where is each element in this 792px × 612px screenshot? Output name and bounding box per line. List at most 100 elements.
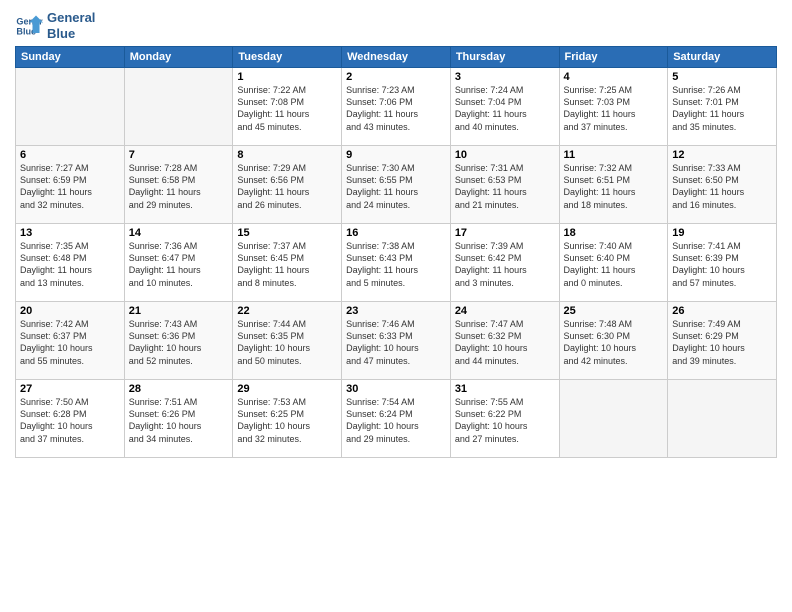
- day-number: 4: [564, 71, 664, 83]
- day-info: Sunrise: 7:28 AM Sunset: 6:58 PM Dayligh…: [129, 162, 229, 211]
- day-info: Sunrise: 7:37 AM Sunset: 6:45 PM Dayligh…: [237, 240, 337, 289]
- day-info: Sunrise: 7:49 AM Sunset: 6:29 PM Dayligh…: [672, 318, 772, 367]
- day-info: Sunrise: 7:27 AM Sunset: 6:59 PM Dayligh…: [20, 162, 120, 211]
- day-info: Sunrise: 7:48 AM Sunset: 6:30 PM Dayligh…: [564, 318, 664, 367]
- day-number: 5: [672, 71, 772, 83]
- calendar-week-row-2: 13Sunrise: 7:35 AM Sunset: 6:48 PM Dayli…: [16, 224, 777, 302]
- calendar-cell: 12Sunrise: 7:33 AM Sunset: 6:50 PM Dayli…: [668, 146, 777, 224]
- day-number: 11: [564, 149, 664, 161]
- calendar-cell: 11Sunrise: 7:32 AM Sunset: 6:51 PM Dayli…: [559, 146, 668, 224]
- day-number: 8: [237, 149, 337, 161]
- day-number: 21: [129, 305, 229, 317]
- calendar-day-header-wednesday: Wednesday: [342, 47, 451, 68]
- calendar-cell: 31Sunrise: 7:55 AM Sunset: 6:22 PM Dayli…: [450, 380, 559, 458]
- day-info: Sunrise: 7:55 AM Sunset: 6:22 PM Dayligh…: [455, 396, 555, 445]
- calendar-cell: 15Sunrise: 7:37 AM Sunset: 6:45 PM Dayli…: [233, 224, 342, 302]
- day-number: 29: [237, 383, 337, 395]
- day-info: Sunrise: 7:41 AM Sunset: 6:39 PM Dayligh…: [672, 240, 772, 289]
- day-number: 10: [455, 149, 555, 161]
- calendar-cell: 24Sunrise: 7:47 AM Sunset: 6:32 PM Dayli…: [450, 302, 559, 380]
- calendar-cell: 3Sunrise: 7:24 AM Sunset: 7:04 PM Daylig…: [450, 68, 559, 146]
- calendar-header-row: SundayMondayTuesdayWednesdayThursdayFrid…: [16, 47, 777, 68]
- day-info: Sunrise: 7:38 AM Sunset: 6:43 PM Dayligh…: [346, 240, 446, 289]
- calendar-cell: 22Sunrise: 7:44 AM Sunset: 6:35 PM Dayli…: [233, 302, 342, 380]
- day-info: Sunrise: 7:22 AM Sunset: 7:08 PM Dayligh…: [237, 84, 337, 133]
- day-info: Sunrise: 7:51 AM Sunset: 6:26 PM Dayligh…: [129, 396, 229, 445]
- day-info: Sunrise: 7:36 AM Sunset: 6:47 PM Dayligh…: [129, 240, 229, 289]
- calendar-cell: [16, 68, 125, 146]
- calendar-cell: 16Sunrise: 7:38 AM Sunset: 6:43 PM Dayli…: [342, 224, 451, 302]
- calendar-day-header-thursday: Thursday: [450, 47, 559, 68]
- calendar-cell: 28Sunrise: 7:51 AM Sunset: 6:26 PM Dayli…: [124, 380, 233, 458]
- calendar-cell: 17Sunrise: 7:39 AM Sunset: 6:42 PM Dayli…: [450, 224, 559, 302]
- day-number: 9: [346, 149, 446, 161]
- day-info: Sunrise: 7:46 AM Sunset: 6:33 PM Dayligh…: [346, 318, 446, 367]
- calendar-day-header-sunday: Sunday: [16, 47, 125, 68]
- calendar-day-header-saturday: Saturday: [668, 47, 777, 68]
- calendar-cell: 10Sunrise: 7:31 AM Sunset: 6:53 PM Dayli…: [450, 146, 559, 224]
- day-number: 17: [455, 227, 555, 239]
- day-number: 3: [455, 71, 555, 83]
- calendar-cell: 27Sunrise: 7:50 AM Sunset: 6:28 PM Dayli…: [16, 380, 125, 458]
- logo-text: General Blue: [47, 10, 95, 41]
- day-info: Sunrise: 7:23 AM Sunset: 7:06 PM Dayligh…: [346, 84, 446, 133]
- calendar-cell: 18Sunrise: 7:40 AM Sunset: 6:40 PM Dayli…: [559, 224, 668, 302]
- calendar-cell: 19Sunrise: 7:41 AM Sunset: 6:39 PM Dayli…: [668, 224, 777, 302]
- calendar-cell: [559, 380, 668, 458]
- day-info: Sunrise: 7:54 AM Sunset: 6:24 PM Dayligh…: [346, 396, 446, 445]
- day-number: 13: [20, 227, 120, 239]
- day-info: Sunrise: 7:42 AM Sunset: 6:37 PM Dayligh…: [20, 318, 120, 367]
- calendar-cell: 6Sunrise: 7:27 AM Sunset: 6:59 PM Daylig…: [16, 146, 125, 224]
- day-number: 30: [346, 383, 446, 395]
- calendar-cell: 4Sunrise: 7:25 AM Sunset: 7:03 PM Daylig…: [559, 68, 668, 146]
- calendar-cell: 2Sunrise: 7:23 AM Sunset: 7:06 PM Daylig…: [342, 68, 451, 146]
- calendar-week-row-4: 27Sunrise: 7:50 AM Sunset: 6:28 PM Dayli…: [16, 380, 777, 458]
- calendar-cell: 26Sunrise: 7:49 AM Sunset: 6:29 PM Dayli…: [668, 302, 777, 380]
- day-number: 7: [129, 149, 229, 161]
- day-info: Sunrise: 7:24 AM Sunset: 7:04 PM Dayligh…: [455, 84, 555, 133]
- calendar-week-row-0: 1Sunrise: 7:22 AM Sunset: 7:08 PM Daylig…: [16, 68, 777, 146]
- calendar-cell: [668, 380, 777, 458]
- day-number: 6: [20, 149, 120, 161]
- day-info: Sunrise: 7:50 AM Sunset: 6:28 PM Dayligh…: [20, 396, 120, 445]
- day-number: 26: [672, 305, 772, 317]
- calendar-week-row-3: 20Sunrise: 7:42 AM Sunset: 6:37 PM Dayli…: [16, 302, 777, 380]
- day-info: Sunrise: 7:32 AM Sunset: 6:51 PM Dayligh…: [564, 162, 664, 211]
- day-number: 12: [672, 149, 772, 161]
- day-info: Sunrise: 7:44 AM Sunset: 6:35 PM Dayligh…: [237, 318, 337, 367]
- day-info: Sunrise: 7:25 AM Sunset: 7:03 PM Dayligh…: [564, 84, 664, 133]
- calendar-cell: 23Sunrise: 7:46 AM Sunset: 6:33 PM Dayli…: [342, 302, 451, 380]
- calendar-cell: 7Sunrise: 7:28 AM Sunset: 6:58 PM Daylig…: [124, 146, 233, 224]
- calendar-day-header-monday: Monday: [124, 47, 233, 68]
- calendar-cell: 30Sunrise: 7:54 AM Sunset: 6:24 PM Dayli…: [342, 380, 451, 458]
- day-info: Sunrise: 7:31 AM Sunset: 6:53 PM Dayligh…: [455, 162, 555, 211]
- day-info: Sunrise: 7:43 AM Sunset: 6:36 PM Dayligh…: [129, 318, 229, 367]
- calendar-cell: 13Sunrise: 7:35 AM Sunset: 6:48 PM Dayli…: [16, 224, 125, 302]
- day-number: 15: [237, 227, 337, 239]
- day-number: 22: [237, 305, 337, 317]
- day-number: 25: [564, 305, 664, 317]
- day-info: Sunrise: 7:39 AM Sunset: 6:42 PM Dayligh…: [455, 240, 555, 289]
- calendar-cell: 29Sunrise: 7:53 AM Sunset: 6:25 PM Dayli…: [233, 380, 342, 458]
- calendar-cell: 8Sunrise: 7:29 AM Sunset: 6:56 PM Daylig…: [233, 146, 342, 224]
- logo: General Blue General Blue: [15, 10, 95, 41]
- day-number: 16: [346, 227, 446, 239]
- day-number: 28: [129, 383, 229, 395]
- day-info: Sunrise: 7:29 AM Sunset: 6:56 PM Dayligh…: [237, 162, 337, 211]
- day-info: Sunrise: 7:30 AM Sunset: 6:55 PM Dayligh…: [346, 162, 446, 211]
- calendar-cell: 25Sunrise: 7:48 AM Sunset: 6:30 PM Dayli…: [559, 302, 668, 380]
- general-blue-logo-icon: General Blue: [15, 12, 43, 40]
- header: General Blue General Blue: [15, 10, 777, 41]
- calendar-day-header-friday: Friday: [559, 47, 668, 68]
- day-number: 1: [237, 71, 337, 83]
- day-number: 27: [20, 383, 120, 395]
- day-info: Sunrise: 7:26 AM Sunset: 7:01 PM Dayligh…: [672, 84, 772, 133]
- calendar-container: General Blue General Blue SundayMondayTu…: [0, 0, 792, 463]
- day-number: 19: [672, 227, 772, 239]
- day-number: 24: [455, 305, 555, 317]
- day-number: 14: [129, 227, 229, 239]
- day-number: 23: [346, 305, 446, 317]
- calendar-cell: 1Sunrise: 7:22 AM Sunset: 7:08 PM Daylig…: [233, 68, 342, 146]
- day-number: 2: [346, 71, 446, 83]
- calendar-table: SundayMondayTuesdayWednesdayThursdayFrid…: [15, 46, 777, 458]
